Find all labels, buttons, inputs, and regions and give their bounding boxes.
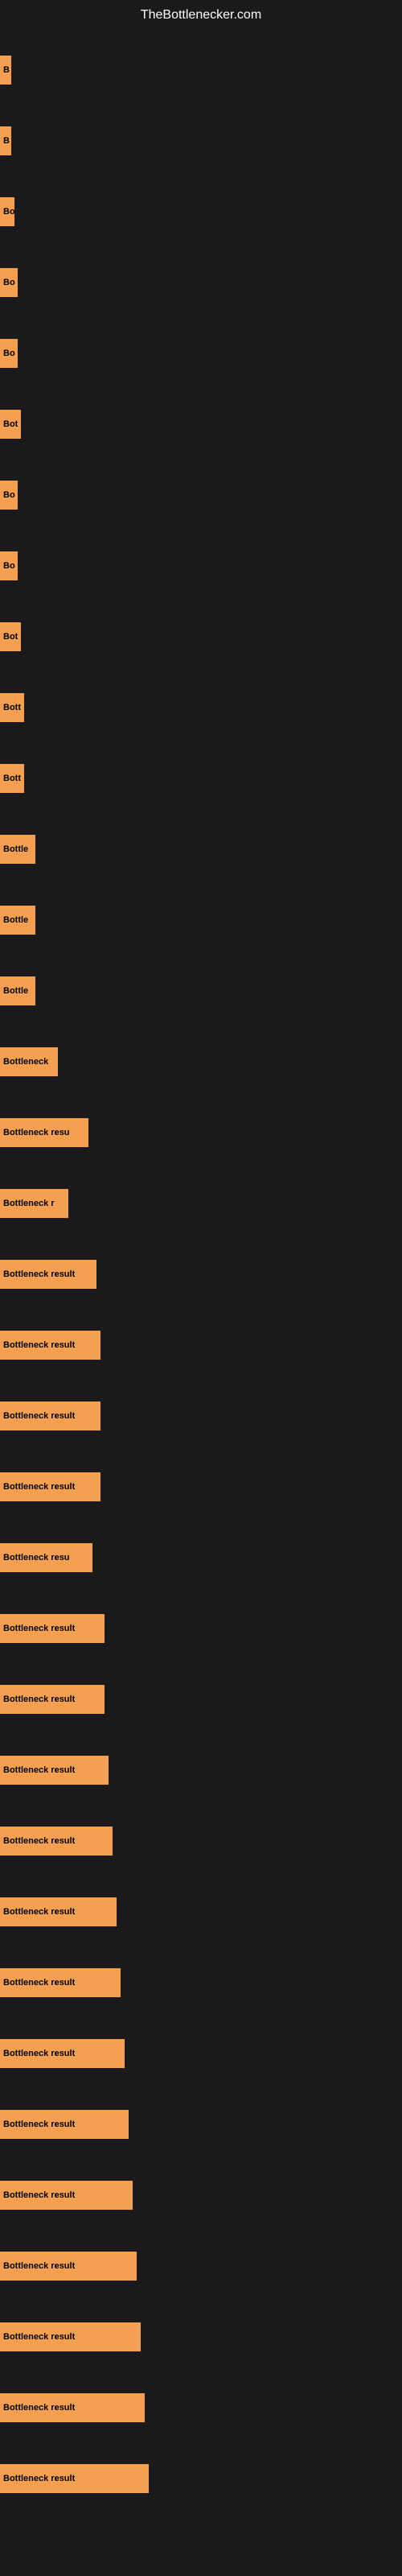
- bar-row: Bott: [0, 743, 402, 814]
- bar-label: Bott: [0, 693, 24, 722]
- bar-row: Bottle: [0, 956, 402, 1026]
- bar-label: Bottleneck result: [0, 2110, 129, 2139]
- bar-row: Bottleneck result: [0, 2089, 402, 2160]
- bar-label: Bott: [0, 764, 24, 793]
- bar-row: B: [0, 35, 402, 105]
- bar-row: Bo: [0, 176, 402, 247]
- bar-label: Bo: [0, 481, 18, 510]
- bar-row: Bottleneck resu: [0, 1097, 402, 1168]
- bar-label: Bottleneck: [0, 1047, 58, 1076]
- bar-label: Bo: [0, 197, 14, 226]
- bar-row: Bottleneck resu: [0, 1522, 402, 1593]
- bar-row: Bott: [0, 672, 402, 743]
- bar-label: Bottleneck result: [0, 2322, 141, 2351]
- bar-row: Bottleneck result: [0, 1947, 402, 2018]
- bar-label: Bottle: [0, 976, 35, 1005]
- bar-row: Bottleneck result: [0, 1593, 402, 1664]
- bar-row: Bottle: [0, 885, 402, 956]
- bar-label: B: [0, 56, 11, 85]
- bar-row: B: [0, 105, 402, 176]
- bar-label: Bottleneck result: [0, 1827, 113, 1856]
- bar-label: Bottleneck result: [0, 2252, 137, 2281]
- bar-row: Bottleneck result: [0, 1664, 402, 1735]
- bar-label: B: [0, 126, 11, 155]
- bar-label: Bottleneck result: [0, 1331, 100, 1360]
- bars-container: B B Bo Bo Bo Bot Bo Bo Bot Bott Bott Bottle Bottle Bo…: [0, 27, 402, 2522]
- bar-row: Bottleneck result: [0, 1381, 402, 1451]
- bar-label: Bottleneck result: [0, 1685, 105, 1714]
- bar-row: Bo: [0, 318, 402, 389]
- bar-label: Bottle: [0, 906, 35, 935]
- bar-label: Bo: [0, 268, 18, 297]
- bar-label: Bottleneck result: [0, 1614, 105, 1643]
- bar-row: Bo: [0, 530, 402, 601]
- bar-row: Bottleneck result: [0, 2301, 402, 2372]
- bar-label: Bot: [0, 622, 21, 651]
- bar-label: Bottleneck result: [0, 2464, 149, 2493]
- bar-row: Bottleneck: [0, 1026, 402, 1097]
- bar-row: Bottleneck result: [0, 1451, 402, 1522]
- bar-label: Bottleneck r: [0, 1189, 68, 1218]
- site-title: TheBottlenecker.com: [0, 0, 402, 27]
- bar-row: Bottleneck result: [0, 1806, 402, 1876]
- bar-row: Bottleneck result: [0, 2443, 402, 2514]
- bar-label: Bo: [0, 339, 18, 368]
- bar-row: Bottleneck result: [0, 2018, 402, 2089]
- bar-label: Bottleneck result: [0, 1260, 96, 1289]
- bar-label: Bottleneck result: [0, 2181, 133, 2210]
- bar-label: Bottleneck result: [0, 1897, 117, 1926]
- bar-row: Bot: [0, 601, 402, 672]
- bar-row: Bottleneck result: [0, 1310, 402, 1381]
- bar-row: Bo: [0, 247, 402, 318]
- bar-label: Bottle: [0, 835, 35, 864]
- bar-label: Bo: [0, 551, 18, 580]
- bar-label: Bottleneck result: [0, 2393, 145, 2422]
- bar-row: Bottleneck r: [0, 1168, 402, 1239]
- bar-label: Bottleneck resu: [0, 1543, 92, 1572]
- bar-row: Bot: [0, 389, 402, 460]
- bar-label: Bottleneck result: [0, 1968, 121, 1997]
- bar-row: Bottleneck result: [0, 1735, 402, 1806]
- bar-label: Bottleneck resu: [0, 1118, 88, 1147]
- bar-row: Bo: [0, 460, 402, 530]
- bar-row: Bottleneck result: [0, 2231, 402, 2301]
- bar-row: Bottleneck result: [0, 2160, 402, 2231]
- bar-row: Bottleneck result: [0, 1876, 402, 1947]
- bar-row: Bottle: [0, 814, 402, 885]
- bar-label: Bottleneck result: [0, 2039, 125, 2068]
- bar-label: Bottleneck result: [0, 1472, 100, 1501]
- bar-label: Bottleneck result: [0, 1756, 109, 1785]
- bar-row: Bottleneck result: [0, 1239, 402, 1310]
- bar-row: Bottleneck result: [0, 2372, 402, 2443]
- bar-label: Bot: [0, 410, 21, 439]
- bar-label: Bottleneck result: [0, 1402, 100, 1430]
